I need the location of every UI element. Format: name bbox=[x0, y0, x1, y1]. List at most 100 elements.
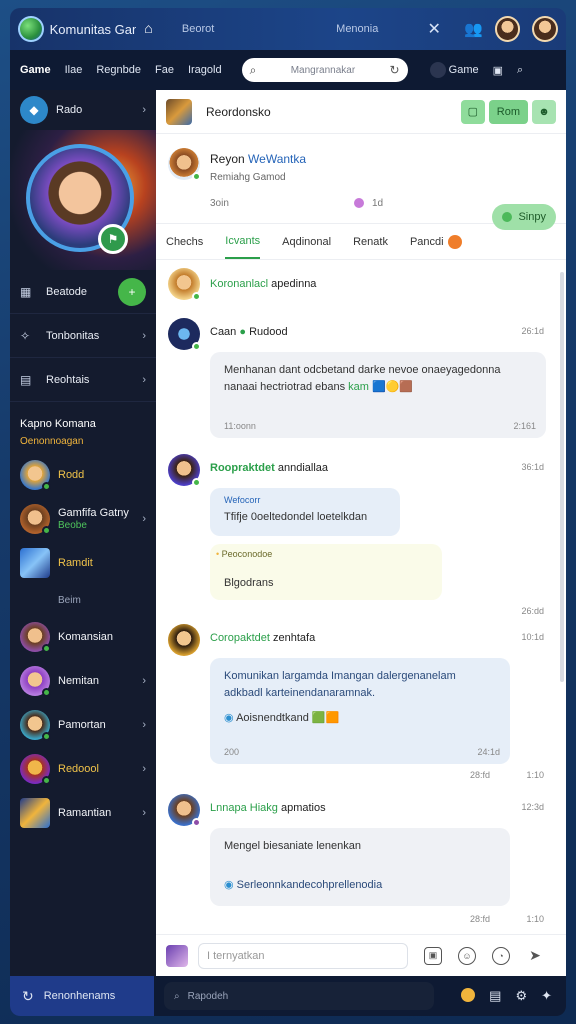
nav-item-game[interactable]: Game bbox=[20, 64, 51, 76]
add-friend-icon[interactable]: + bbox=[118, 277, 146, 306]
bottom-left-button[interactable]: ↻ Renonhenams bbox=[10, 976, 154, 1016]
member-avatar[interactable]: ☻ bbox=[532, 99, 556, 124]
tab-pancdi[interactable]: Pancdi bbox=[410, 225, 462, 259]
message-input[interactable]: I ternyatkan bbox=[198, 942, 408, 969]
friend-name: Ramdit bbox=[58, 556, 93, 569]
controller-icon: ▦ bbox=[20, 284, 32, 299]
group-badge-icon[interactable]: ⚑ bbox=[98, 224, 128, 254]
friend-name: Nemitan bbox=[58, 674, 99, 687]
titlebar-tab-a[interactable]: Beorot bbox=[168, 14, 286, 44]
bottom-icons: ▤ ⚙ ✦ bbox=[461, 988, 566, 1004]
sidebar-item-label: Tonbonitas bbox=[46, 329, 100, 342]
nav-item-3[interactable]: Regnbde bbox=[96, 64, 141, 76]
post-author[interactable]: Lnnapa Hiakg bbox=[210, 802, 278, 814]
post-author[interactable]: Caan bbox=[210, 326, 236, 338]
post-highlight[interactable]: kam bbox=[348, 381, 369, 393]
sidebar-item-beatode[interactable]: ▦ Beatode + bbox=[10, 270, 156, 314]
tab-aqdinonal[interactable]: Aqdinonal bbox=[282, 226, 331, 258]
friend-item[interactable]: Gamfifa Gatny Beobe › bbox=[10, 497, 156, 541]
attachment-box[interactable]: • Peoconodoe Blgodrans bbox=[210, 544, 442, 600]
page-title: Reordonsko bbox=[206, 104, 271, 119]
bottom-search-input[interactable]: ⌕ Rapodeh bbox=[164, 982, 434, 1010]
sidebar-item-tonbonitas[interactable]: ✧ Tonbonitas › bbox=[10, 314, 156, 358]
sidebar-item-label: Reohtais bbox=[46, 373, 90, 386]
online-dot-icon: ● bbox=[239, 326, 247, 338]
profile-name-first: Reyon bbox=[210, 152, 245, 166]
titlebar-tab-b[interactable]: Menonia bbox=[286, 14, 414, 44]
tab-icvants[interactable]: Icvants bbox=[225, 225, 261, 259]
post-link[interactable]: Serleonnkandecohprellenodia bbox=[237, 879, 383, 891]
sticker-icon[interactable]: ☺ bbox=[458, 946, 476, 965]
post-author[interactable]: Roopraktdet bbox=[210, 462, 275, 474]
nav-item-5[interactable]: Iragold bbox=[188, 64, 222, 76]
people-icon[interactable]: 👥 bbox=[464, 20, 483, 38]
square-icon[interactable]: ▢ bbox=[460, 99, 485, 124]
friend-status: Beobe bbox=[58, 520, 87, 531]
message-placeholder: I ternyatkan bbox=[207, 949, 265, 962]
gear-icon[interactable]: ⚙ bbox=[515, 988, 527, 1004]
status-pill[interactable]: Sinpy bbox=[492, 204, 556, 230]
nav-item-4[interactable]: Fae bbox=[155, 64, 174, 76]
emoji-icon: 🟩🟧 bbox=[311, 712, 340, 724]
room-button[interactable]: Rom bbox=[488, 99, 528, 124]
avatar[interactable] bbox=[168, 624, 200, 656]
game-toggle[interactable]: Game bbox=[429, 62, 479, 78]
avatar[interactable] bbox=[168, 794, 201, 827]
post-link-row[interactable]: ◉ Aoisnendtkand 🟩🟧 bbox=[224, 710, 496, 727]
avatar[interactable] bbox=[168, 148, 201, 181]
post-link[interactable]: Aoisnendtkand bbox=[236, 712, 309, 724]
avatar[interactable] bbox=[168, 318, 201, 351]
post-foot-2: 1:10 bbox=[526, 770, 544, 780]
scrollbar[interactable] bbox=[560, 272, 564, 682]
calendar-icon[interactable]: ▤ bbox=[489, 988, 501, 1004]
sidebar-head[interactable]: ◆ Rado › bbox=[10, 90, 156, 130]
nav-item-2[interactable]: Ilae bbox=[65, 64, 83, 76]
tab-chechs[interactable]: Chechs bbox=[166, 226, 203, 258]
tab-renatk[interactable]: Renatk bbox=[353, 226, 388, 258]
avatar[interactable] bbox=[168, 454, 201, 487]
profile-name-last: WeWantka bbox=[248, 152, 307, 166]
friend-name: Gamfifa Gatny bbox=[58, 507, 129, 519]
online-indicator bbox=[42, 732, 51, 741]
clock-icon[interactable]: ◔ bbox=[492, 946, 510, 965]
sidebar-head-label: Rado bbox=[56, 104, 83, 116]
friend-item[interactable]: Pamortan › bbox=[10, 703, 156, 747]
friend-item[interactable]: Redoool › bbox=[10, 747, 156, 791]
controller-icon[interactable]: ✦ bbox=[541, 988, 552, 1004]
avatar[interactable] bbox=[168, 268, 201, 301]
search-placeholder: Mangrannakar bbox=[290, 64, 356, 76]
search-input[interactable]: ⌕ Mangrannakar ↻ bbox=[241, 58, 408, 82]
user-avatar-2[interactable] bbox=[532, 16, 558, 42]
plain-label: Beim bbox=[58, 594, 81, 606]
friend-item[interactable]: Nemitan › bbox=[10, 659, 156, 703]
friend-item[interactable]: Komansian bbox=[10, 615, 156, 659]
send-icon[interactable]: ➤ bbox=[526, 947, 544, 965]
coin-icon[interactable] bbox=[461, 988, 476, 1002]
profile-name: Reyon WeWantka bbox=[210, 152, 306, 166]
post-author[interactable]: Coropaktdet bbox=[210, 632, 270, 644]
friend-item[interactable]: Ramantian › bbox=[10, 791, 156, 835]
post-link-row[interactable]: ◉ Serleonnkandecohprellenodia bbox=[224, 877, 496, 894]
friend-item[interactable]: Ramdit bbox=[10, 541, 156, 585]
sidebar-item-reohtais[interactable]: ▤ Reohtais › bbox=[10, 358, 156, 402]
refresh-icon[interactable]: ↻ bbox=[390, 63, 400, 77]
search-icon-2[interactable]: ⌕ bbox=[517, 64, 523, 77]
chevron-right-icon: › bbox=[142, 675, 146, 687]
main-header: Reordonsko ▢ Rom ☻ bbox=[156, 90, 566, 134]
link-icon: ◉ bbox=[224, 712, 234, 724]
sidebar-item-label: Beatode bbox=[46, 285, 87, 298]
home-icon[interactable]: ⌂ bbox=[144, 20, 162, 38]
post-meta-2: 24:1d bbox=[477, 747, 500, 757]
post-item: Lnnapa Hiakg apmatios 12:3d Mengel biesa… bbox=[156, 792, 556, 934]
post-author[interactable]: Koronanlacl bbox=[210, 278, 268, 290]
post-title: Roopraktdet anndiallaa bbox=[210, 462, 328, 474]
online-indicator bbox=[192, 478, 201, 487]
friend-name: Komansian bbox=[58, 630, 114, 643]
friend-item[interactable]: Rodd bbox=[10, 453, 156, 497]
attachment-label-text: Peoconodoe bbox=[221, 549, 273, 559]
friend-name: Redoool bbox=[58, 762, 99, 775]
calendar-icon[interactable]: ▣ bbox=[493, 64, 503, 77]
close-icon[interactable]: ✕ bbox=[424, 19, 444, 39]
image-icon[interactable]: ▣ bbox=[424, 946, 442, 965]
user-avatar[interactable] bbox=[494, 16, 521, 42]
